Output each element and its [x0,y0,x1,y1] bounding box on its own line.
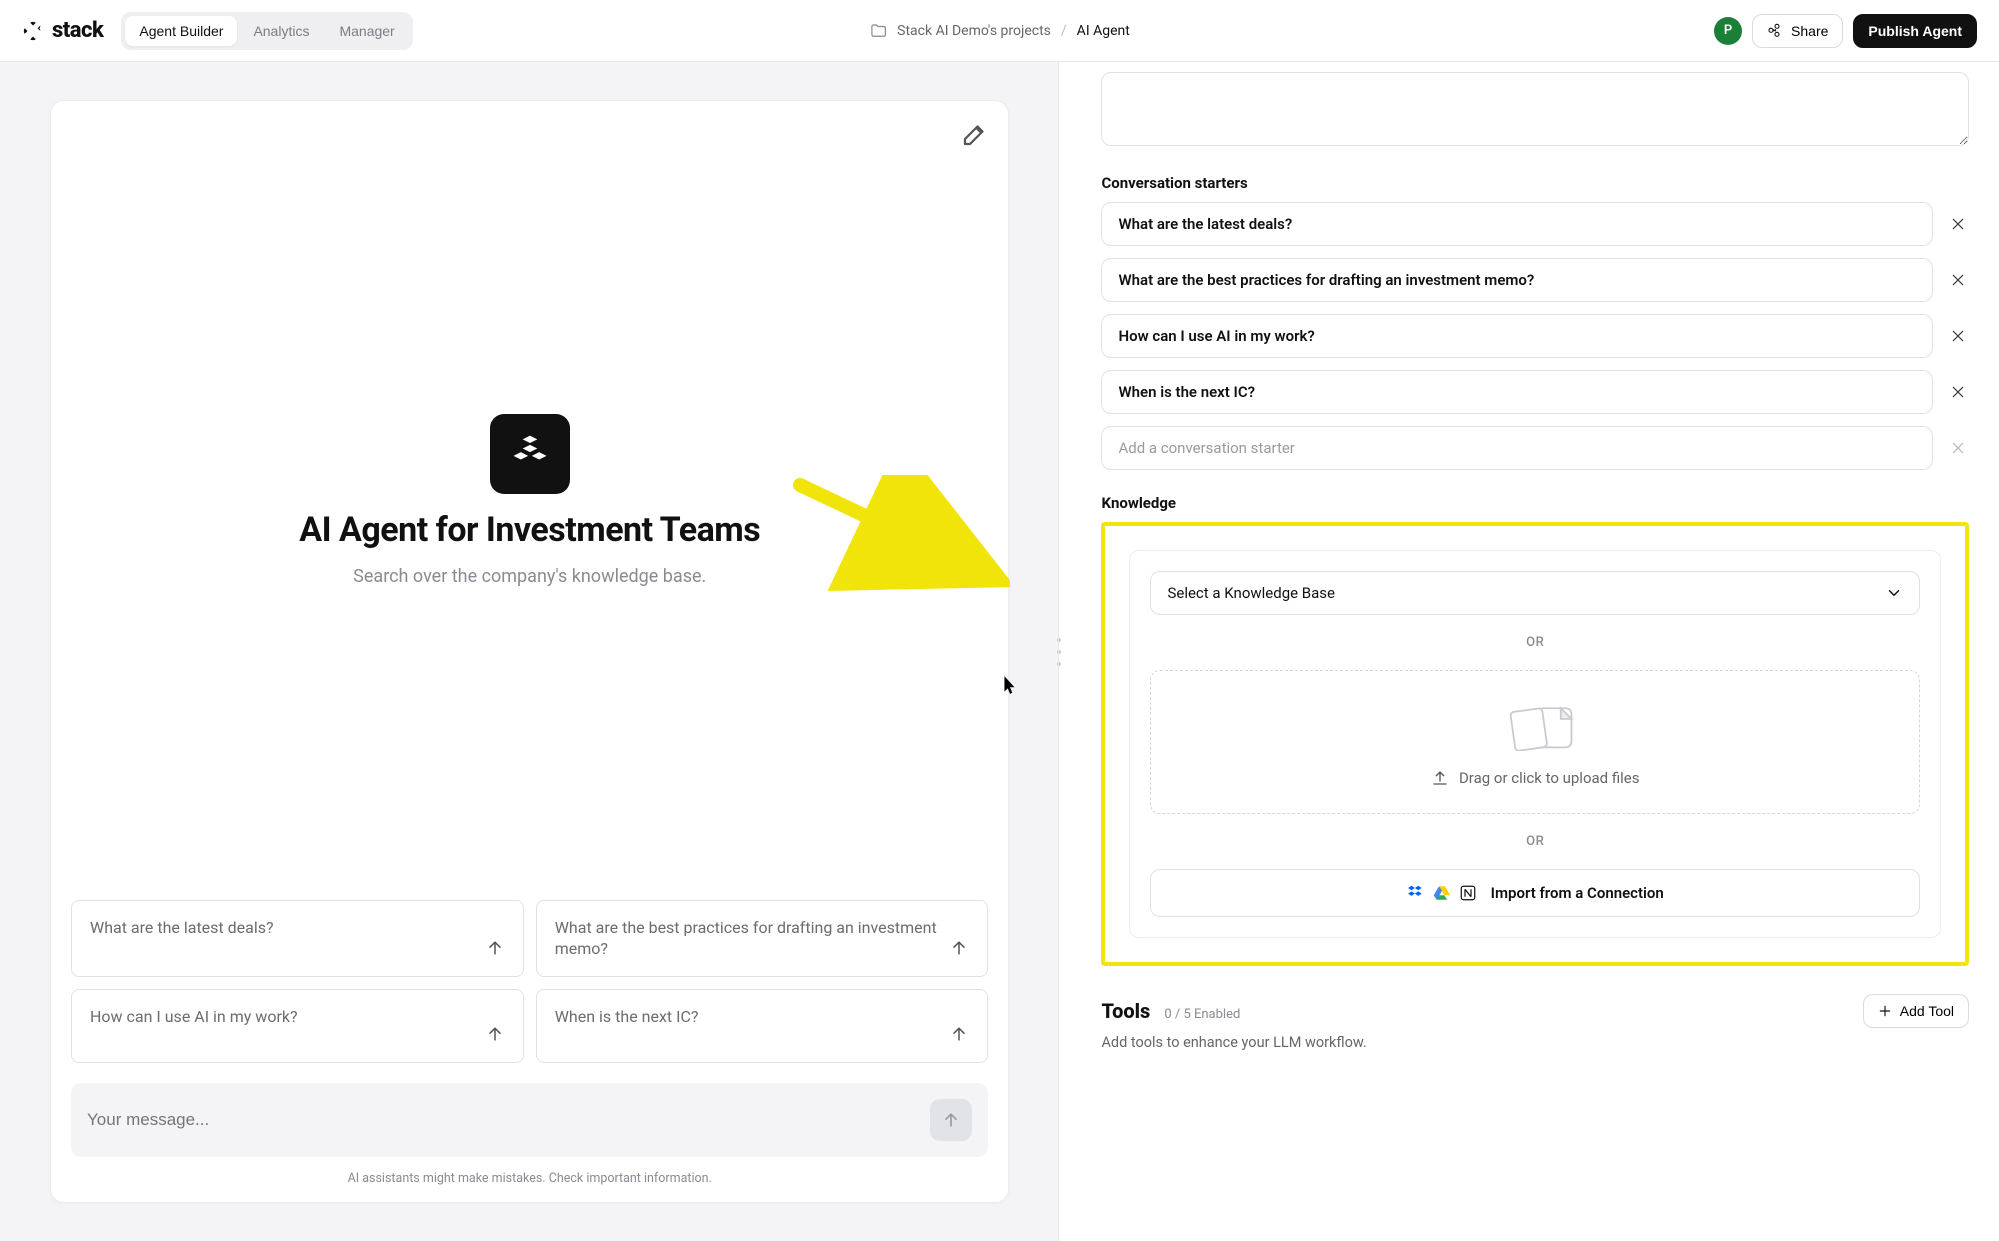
arrow-up-icon [941,1110,961,1130]
starter-input[interactable]: How can I use AI in my work? [1101,314,1933,358]
breadcrumb-current[interactable]: AI Agent [1077,23,1130,39]
cubes-icon [508,432,552,476]
kb-select-label: Select a Knowledge Base [1167,584,1335,602]
agent-subtitle: Search over the company's knowledge base… [353,566,706,587]
preview-pane: AI Agent for Investment Teams Search ove… [0,62,1059,1241]
starters-heading: Conversation starters [1101,174,1969,192]
starter-chip[interactable]: When is the next IC? [536,989,989,1063]
arrow-up-icon [943,932,975,964]
top-tab-segment: Agent Builder Analytics Manager [121,12,412,50]
tools-header: Tools 0 / 5 Enabled Add Tool [1101,994,1969,1028]
notion-icon [1459,884,1477,902]
close-icon [1950,216,1966,232]
starter-row: What are the latest deals? [1101,202,1969,246]
brand-text: stack [52,18,103,43]
starter-input[interactable]: What are the best practices for drafting… [1101,258,1933,302]
tab-analytics[interactable]: Analytics [239,16,323,46]
starter-row: When is the next IC? [1101,370,1969,414]
chat-input[interactable] [87,1110,918,1130]
knowledge-inner: Select a Knowledge Base OR Drag [1129,550,1941,938]
knowledge-card-highlight: Select a Knowledge Base OR Drag [1101,522,1969,966]
agent-title: AI Agent for Investment Teams [299,510,760,550]
arrow-up-icon [479,1018,511,1050]
starter-text: How can I use AI in my work? [90,1006,298,1028]
starter-row: How can I use AI in my work? [1101,314,1969,358]
starter-text: When is the next IC? [555,1006,699,1028]
disclaimer: AI assistants might make mistakes. Check… [51,1165,1008,1202]
share-icon [1767,23,1783,39]
starter-row: What are the best practices for drafting… [1101,258,1969,302]
agent-avatar-tile [490,414,570,494]
workspace: AI Agent for Investment Teams Search ove… [0,62,1999,1241]
close-icon [1950,328,1966,344]
share-button[interactable]: Share [1752,14,1843,48]
import-connection-button[interactable]: Import from a Connection [1150,869,1920,917]
brand-icon [22,20,44,42]
starter-grid: What are the latest deals? What are the … [51,900,1008,1063]
add-tool-button[interactable]: Add Tool [1863,994,1969,1028]
tools-count: 0 / 5 Enabled [1164,1007,1240,1022]
starter-chip[interactable]: What are the best practices for drafting… [536,900,989,977]
arrow-up-icon [943,1018,975,1050]
starter-input[interactable]: What are the latest deals? [1101,202,1933,246]
or-divider: OR [1150,635,1920,650]
starter-chip[interactable]: How can I use AI in my work? [71,989,524,1063]
breadcrumb: Stack AI Demo's projects / AI Agent [869,22,1130,40]
chevron-down-icon [1885,584,1903,602]
folder-icon [869,22,887,40]
share-label: Share [1791,23,1828,39]
chat-input-row [71,1083,988,1157]
close-icon [1950,272,1966,288]
remove-starter-button[interactable] [1947,213,1969,235]
import-label: Import from a Connection [1491,884,1664,902]
close-icon [1950,440,1966,456]
starter-chip[interactable]: What are the latest deals? [71,900,524,977]
avatar[interactable]: P [1714,17,1742,45]
breadcrumb-separator: / [1061,23,1067,39]
publish-agent-button[interactable]: Publish Agent [1853,14,1977,48]
edit-icon[interactable] [960,119,990,149]
google-drive-icon [1433,884,1451,902]
knowledge-heading: Knowledge [1101,494,1969,512]
chat-preview-card: AI Agent for Investment Teams Search ove… [50,100,1009,1203]
tab-agent-builder[interactable]: Agent Builder [125,16,237,46]
close-icon [1950,384,1966,400]
remove-starter-button-disabled [1947,437,1969,459]
preview-hero: AI Agent for Investment Teams Search ove… [51,101,1008,900]
topbar: stack Agent Builder Analytics Manager St… [0,0,1999,62]
remove-starter-button[interactable] [1947,269,1969,291]
breadcrumb-project[interactable]: Stack AI Demo's projects [897,23,1051,39]
starter-text: What are the best practices for drafting… [555,917,938,960]
tools-title: Tools [1101,999,1150,1023]
documents-icon [1495,701,1575,751]
remove-starter-button[interactable] [1947,325,1969,347]
starter-text: What are the latest deals? [90,917,274,939]
config-pane: Conversation starters What are the lates… [1059,62,1999,1241]
upload-label: Drag or click to upload files [1459,769,1640,787]
tools-subtitle: Add tools to enhance your LLM workflow. [1101,1034,1969,1051]
plus-icon [1878,1004,1892,1018]
upload-dropzone[interactable]: Drag or click to upload files [1150,670,1920,814]
add-tool-label: Add Tool [1900,1003,1954,1019]
starter-input[interactable]: When is the next IC? [1101,370,1933,414]
send-button[interactable] [930,1099,972,1141]
upload-label-row: Drag or click to upload files [1431,769,1640,787]
starter-row-add: Add a conversation starter [1101,426,1969,470]
dropbox-icon [1407,884,1425,902]
topbar-right: P Share Publish Agent [1714,14,1977,48]
arrow-up-icon [479,932,511,964]
remove-starter-button[interactable] [1947,381,1969,403]
or-divider: OR [1150,834,1920,849]
add-starter-input[interactable]: Add a conversation starter [1101,426,1933,470]
knowledge-base-select[interactable]: Select a Knowledge Base [1150,571,1920,615]
tab-manager[interactable]: Manager [325,16,408,46]
upload-icon [1431,769,1449,787]
connection-icons [1407,884,1477,902]
brand-logo: stack [22,18,103,43]
instructions-textarea[interactable] [1101,72,1969,146]
